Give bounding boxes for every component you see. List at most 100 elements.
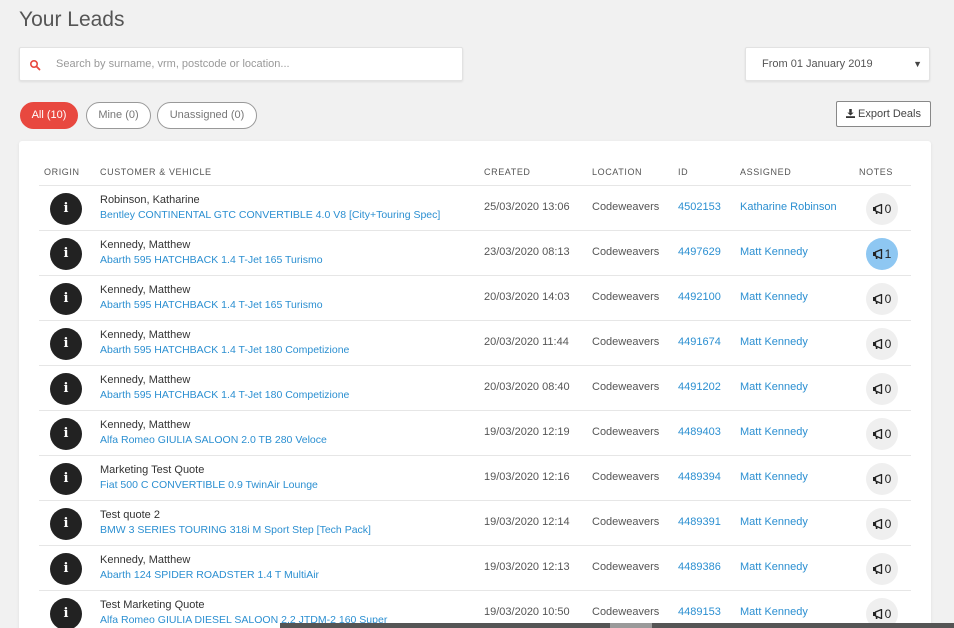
megaphone-icon [872, 249, 882, 259]
leads-table-card: ORIGIN CUSTOMER & VEHICLE CREATED LOCATI… [19, 141, 931, 628]
vehicle-link[interactable]: BMW 3 SERIES TOURING 318i M Sport Step [… [100, 524, 371, 536]
notes-button[interactable]: 0 [866, 373, 898, 405]
table-row[interactable]: i Kennedy, Matthew Abarth 124 SPIDER ROADS… [39, 546, 911, 591]
date-filter-select[interactable]: From 01 January 2019 ▼ [745, 47, 930, 81]
lead-id-link[interactable]: 4497629 [678, 246, 721, 258]
table-row[interactable]: i Robinson, Katharine Bentley CONTINENTAL … [39, 186, 911, 231]
info-icon[interactable]: i [50, 373, 82, 405]
download-icon [846, 109, 855, 118]
notes-button[interactable]: 0 [866, 418, 898, 450]
info-icon[interactable]: i [50, 463, 82, 495]
notes-count: 0 [884, 202, 892, 216]
filter-unassigned-button[interactable]: Unassigned (0) [157, 102, 257, 129]
vehicle-link[interactable]: Abarth 595 HATCHBACK 1.4 T-Jet 165 Turis… [100, 299, 323, 311]
assigned-user-link[interactable]: Katharine Robinson [740, 201, 837, 213]
notes-button[interactable]: 1 [866, 238, 898, 270]
table-row[interactable]: i Kennedy, Matthew Alfa Romeo GIULIA SALOO… [39, 411, 911, 456]
assigned-user-link[interactable]: Matt Kennedy [740, 516, 808, 528]
assigned-user-link[interactable]: Matt Kennedy [740, 471, 808, 483]
location: Codeweavers [592, 426, 660, 438]
assigned-user-link[interactable]: Matt Kennedy [740, 291, 808, 303]
lead-id-link[interactable]: 4491674 [678, 336, 721, 348]
info-icon[interactable]: i [50, 283, 82, 315]
lead-id-link[interactable]: 4489394 [678, 471, 721, 483]
vehicle-link[interactable]: Alfa Romeo GIULIA SALOON 2.0 TB 280 Velo… [100, 434, 327, 446]
filter-all-button[interactable]: All (10) [20, 102, 78, 129]
info-icon[interactable]: i [50, 193, 82, 225]
page-title: Your Leads [19, 8, 125, 31]
vehicle-link[interactable]: Abarth 595 HATCHBACK 1.4 T-Jet 165 Turis… [100, 254, 323, 266]
export-deals-button[interactable]: Export Deals [836, 101, 931, 127]
header-assigned[interactable]: ASSIGNED [740, 167, 791, 177]
header-notes[interactable]: NOTES [859, 167, 893, 177]
leads-table-body: i Robinson, Katharine Bentley CONTINENTAL … [39, 185, 911, 628]
scrollbar-thumb[interactable] [610, 623, 652, 628]
customer-name: Kennedy, Matthew [100, 329, 191, 341]
info-icon[interactable]: i [50, 418, 82, 450]
customer-name: Kennedy, Matthew [100, 554, 191, 566]
assigned-user-link[interactable]: Matt Kennedy [740, 606, 808, 618]
assigned-user-link[interactable]: Matt Kennedy [740, 246, 808, 258]
lead-id-link[interactable]: 4491202 [678, 381, 721, 393]
info-icon[interactable]: i [50, 328, 82, 360]
date-filter-value: From 01 January 2019 [762, 58, 873, 70]
created-date: 19/03/2020 12:14 [484, 516, 570, 528]
notes-button[interactable]: 0 [866, 463, 898, 495]
assigned-user-link[interactable]: Matt Kennedy [740, 426, 808, 438]
notes-button[interactable]: 0 [866, 508, 898, 540]
table-row[interactable]: i Kennedy, Matthew Abarth 595 HATCHBACK 1.… [39, 231, 911, 276]
lead-id-link[interactable]: 4489153 [678, 606, 721, 618]
megaphone-icon [872, 204, 882, 214]
created-date: 20/03/2020 14:03 [484, 291, 570, 303]
notes-button[interactable]: 0 [866, 328, 898, 360]
vehicle-link[interactable]: Fiat 500 C CONVERTIBLE 0.9 TwinAir Loung… [100, 479, 318, 491]
header-location[interactable]: LOCATION [592, 167, 642, 177]
export-deals-label: Export Deals [858, 108, 921, 120]
header-customer-vehicle[interactable]: CUSTOMER & VEHICLE [100, 167, 212, 177]
header-id[interactable]: ID [678, 167, 688, 177]
notes-button[interactable]: 0 [866, 193, 898, 225]
table-row[interactable]: i Test quote 2 BMW 3 SERIES TOURING 318i M… [39, 501, 911, 546]
chevron-down-icon: ▼ [913, 59, 922, 69]
lead-id-link[interactable]: 4489403 [678, 426, 721, 438]
lead-id-link[interactable]: 4489391 [678, 516, 721, 528]
search-input[interactable] [56, 48, 456, 80]
megaphone-icon [872, 429, 882, 439]
notes-button[interactable]: 0 [866, 283, 898, 315]
assigned-user-link[interactable]: Matt Kennedy [740, 561, 808, 573]
customer-name: Robinson, Katharine [100, 194, 200, 206]
table-row[interactable]: i Kennedy, Matthew Abarth 595 HATCHBACK 1.… [39, 366, 911, 411]
horizontal-scrollbar[interactable] [280, 623, 954, 628]
assigned-user-link[interactable]: Matt Kennedy [740, 336, 808, 348]
location: Codeweavers [592, 336, 660, 348]
header-created[interactable]: CREATED [484, 167, 531, 177]
filter-mine-button[interactable]: Mine (0) [86, 102, 151, 129]
notes-count: 0 [884, 292, 892, 306]
table-row[interactable]: i Kennedy, Matthew Abarth 595 HATCHBACK 1.… [39, 276, 911, 321]
customer-name: Kennedy, Matthew [100, 419, 191, 431]
customer-name: Marketing Test Quote [100, 464, 205, 476]
info-icon[interactable]: i [50, 598, 82, 628]
lead-id-link[interactable]: 4492100 [678, 291, 721, 303]
vehicle-link[interactable]: Abarth 595 HATCHBACK 1.4 T-Jet 180 Compe… [100, 344, 349, 356]
header-origin[interactable]: ORIGIN [44, 167, 80, 177]
notes-count: 0 [884, 607, 892, 621]
lead-id-link[interactable]: 4489386 [678, 561, 721, 573]
info-icon[interactable]: i [50, 553, 82, 585]
vehicle-link[interactable]: Abarth 124 SPIDER ROADSTER 1.4 T MultiAi… [100, 569, 319, 581]
notes-count: 0 [884, 517, 892, 531]
info-icon[interactable]: i [50, 508, 82, 540]
vehicle-link[interactable]: Abarth 595 HATCHBACK 1.4 T-Jet 180 Compe… [100, 389, 349, 401]
search-box[interactable] [19, 47, 463, 81]
vehicle-link[interactable]: Bentley CONTINENTAL GTC CONVERTIBLE 4.0 … [100, 209, 440, 221]
location: Codeweavers [592, 606, 660, 618]
notes-count: 0 [884, 472, 892, 486]
notes-button[interactable]: 0 [866, 553, 898, 585]
info-icon[interactable]: i [50, 238, 82, 270]
assigned-user-link[interactable]: Matt Kennedy [740, 381, 808, 393]
search-icon [29, 59, 41, 71]
table-row[interactable]: i Kennedy, Matthew Abarth 595 HATCHBACK 1.… [39, 321, 911, 366]
lead-id-link[interactable]: 4502153 [678, 201, 721, 213]
created-date: 23/03/2020 08:13 [484, 246, 570, 258]
table-row[interactable]: i Marketing Test Quote Fiat 500 C CONVERTI… [39, 456, 911, 501]
